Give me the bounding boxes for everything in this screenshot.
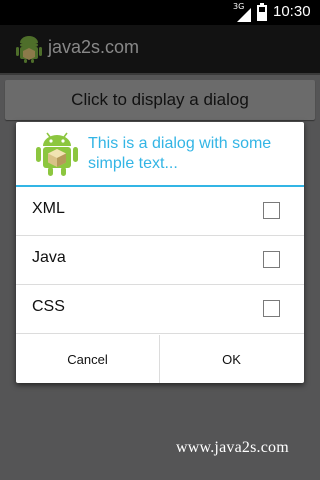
option-label: XML xyxy=(32,200,65,217)
checkbox-xml[interactable] xyxy=(263,202,280,219)
android-icon[interactable] xyxy=(14,34,44,64)
display-dialog-button[interactable]: Click to display a dialog xyxy=(5,80,315,120)
action-bar: java2s.com xyxy=(0,25,320,75)
status-bar: 3G 10:30 xyxy=(0,0,320,25)
dialog-title: This is a dialog with some simple text..… xyxy=(88,135,272,172)
list-item-java[interactable]: Java xyxy=(16,236,304,285)
ok-button[interactable]: OK xyxy=(160,335,303,383)
dialog-header: This is a dialog with some simple text..… xyxy=(16,122,304,184)
signal-icon xyxy=(237,8,251,22)
dialog: This is a dialog with some simple text..… xyxy=(16,122,304,383)
watermark-text: www.java2s.com xyxy=(176,439,289,456)
cancel-button[interactable]: Cancel xyxy=(16,335,159,383)
list-item-xml[interactable]: XML xyxy=(16,187,304,236)
android-icon xyxy=(36,132,78,176)
app-title: java2s.com xyxy=(48,37,140,57)
list-item-css[interactable]: CSS xyxy=(16,285,304,334)
checkbox-java[interactable] xyxy=(263,251,280,268)
battery-icon xyxy=(257,3,267,21)
clock: 10:30 xyxy=(273,3,311,20)
option-label: Java xyxy=(32,249,66,266)
dialog-buttons: Cancel OK xyxy=(16,335,304,383)
checkbox-css[interactable] xyxy=(263,300,280,317)
option-label: CSS xyxy=(32,298,65,315)
